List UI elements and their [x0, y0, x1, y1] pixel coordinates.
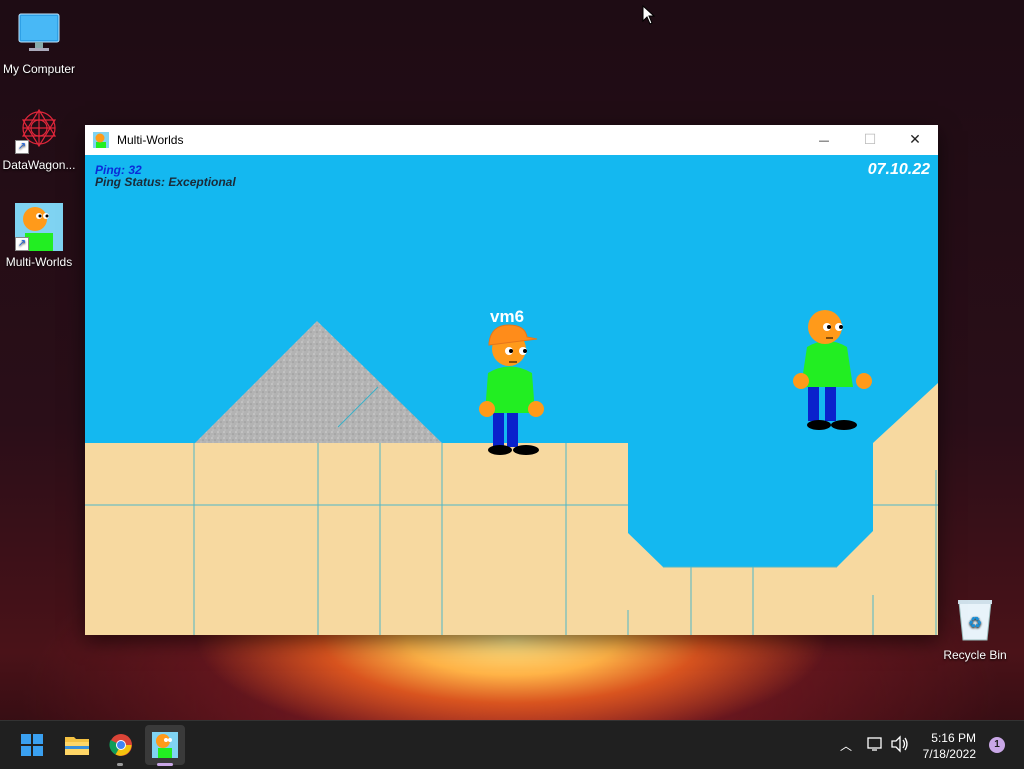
minimize-button[interactable]: —	[801, 125, 847, 155]
multi-worlds-taskbar-button[interactable]	[145, 725, 185, 765]
desktop-icon-label: Recycle Bin	[943, 648, 1007, 662]
clock-date: 7/18/2022	[922, 747, 976, 761]
file-explorer-icon	[65, 737, 89, 755]
stone-pyramid	[195, 321, 442, 443]
minimize-icon: —	[818, 133, 830, 147]
other-player-character	[793, 310, 872, 430]
chevron-up-icon: ︿	[840, 739, 853, 753]
maximize-icon: ☐	[863, 132, 877, 148]
taskbar: ︿ 5:16 PM 7/18/2022 1	[0, 720, 1024, 769]
desktop-icon-label: My Computer	[2, 62, 76, 76]
close-button[interactable]: ✕	[892, 125, 938, 155]
active-app-indicator	[157, 763, 173, 766]
monitor-icon	[15, 10, 63, 58]
desktop-icon-my-computer[interactable]: My Computer	[0, 10, 78, 76]
player-name-label: vm6	[490, 307, 525, 326]
ping-hud: Ping: 32 Ping Status: Exceptional	[95, 164, 236, 188]
shortcut-arrow-icon: ↗	[15, 237, 29, 251]
multi-worlds-icon	[152, 732, 178, 758]
show-hidden-icons-button[interactable]: ︿	[840, 737, 852, 754]
game-canvas[interactable]: Ping: 32 Ping Status: Exceptional 07.10.…	[85, 155, 938, 635]
game-window: Multi-Worlds — ☐ ✕ Ping: 32 Ping Status:…	[85, 125, 938, 635]
datawagon-logo-icon: ↗	[15, 106, 63, 154]
desktop-icon-label: DataWagon...	[2, 158, 76, 172]
file-explorer-button[interactable]	[57, 725, 97, 765]
clock[interactable]: 5:16 PM 7/18/2022	[923, 730, 976, 762]
desktop-icon-multi-worlds[interactable]: ↗ Multi-Worlds	[0, 203, 78, 269]
clock-time: 5:16 PM	[931, 731, 976, 745]
start-icon	[21, 734, 43, 756]
chrome-running-indicator	[117, 763, 123, 766]
ping-status: Ping Status: Exceptional	[95, 175, 236, 189]
chrome-button[interactable]	[101, 725, 141, 765]
multi-worlds-character-icon: ↗	[15, 203, 63, 251]
recycle-bin-icon: ♻	[951, 596, 999, 644]
maximize-button[interactable]: ☐	[847, 125, 893, 155]
window-title: Multi-Worlds	[117, 133, 184, 147]
start-button[interactable]	[12, 725, 52, 765]
notification-badge[interactable]: 1	[989, 737, 1005, 753]
desktop-icon-datawagon[interactable]: ↗ DataWagon...	[0, 106, 78, 172]
close-icon: ✕	[909, 132, 921, 148]
svg-text:♻: ♻	[968, 613, 982, 632]
game-date: 07.10.22	[867, 161, 930, 178]
volume-icon[interactable]	[890, 735, 910, 757]
multi-worlds-app-icon	[93, 132, 109, 148]
shortcut-arrow-icon: ↗	[15, 140, 29, 154]
desktop-icon-label: Multi-Worlds	[5, 255, 73, 269]
player-character	[479, 324, 544, 455]
window-titlebar[interactable]: Multi-Worlds — ☐ ✕	[85, 125, 938, 155]
chrome-icon	[109, 734, 132, 756]
desktop-icon-recycle-bin[interactable]: ♻ Recycle Bin	[936, 596, 1014, 662]
game-scene	[85, 310, 938, 635]
network-icon[interactable]	[866, 735, 884, 757]
mouse-cursor-icon	[642, 5, 656, 25]
